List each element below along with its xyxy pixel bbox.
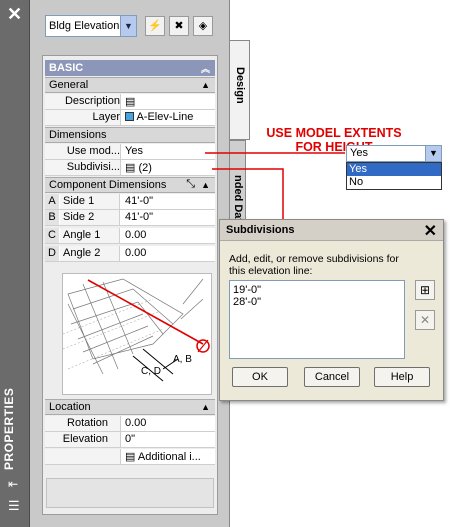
row-value: 41'-0" [125,211,154,223]
quick-select-button[interactable]: ⚡ [145,16,165,36]
chevron-down-icon[interactable]: ▼ [120,16,136,36]
row-additional-info[interactable]: ▤ Additional i... [45,449,215,465]
description-icon[interactable]: ▤ [125,96,135,108]
row-letter: D [45,246,59,261]
basic-band-label: BASIC [49,62,84,74]
row-label: Layer [45,110,121,125]
chevron-up-icon[interactable]: ▲ [201,402,210,412]
section-component-dimensions-label: Component Dimensions [49,179,167,191]
diagram-label-ab: A, B [173,354,192,365]
select-objects-button[interactable]: ◈ [193,16,213,36]
chevron-down-icon[interactable]: ▼ [425,146,441,161]
toggle-pickadd-button[interactable]: ✖ [169,16,189,36]
row-side-2[interactable]: B Side 2 41'-0" [45,210,215,226]
section-general-label: General [49,79,89,91]
row-value: 0.00 [125,247,147,259]
close-icon[interactable]: ✕ [7,4,22,25]
subdivisions-list[interactable]: 19'-0" 28'-0" [229,280,405,359]
properties-menu-icon[interactable]: ☰ [8,498,20,514]
row-value: 0.00 [125,229,147,241]
dropdown-options: Yes No [346,162,442,190]
tab-extended-data[interactable]: nded Data [230,140,246,230]
annotation-line-1: USE MODEL EXTENTS [266,126,402,140]
subdivisions-icon[interactable]: ▤ [125,162,135,174]
dropdown-selected: Yes [350,147,368,159]
layer-value: A-Elev-Line [136,111,194,123]
close-icon[interactable]: ✕ [424,221,437,241]
row-label: Subdivisi... [45,160,121,175]
row-label [45,449,121,464]
dialog-instructions: Add, edit, or remove subdivisions for th… [229,253,399,277]
row-description[interactable]: Description ▤ [45,94,215,110]
row-label: Rotation [45,416,121,431]
row-value: ▤ Additional i... [122,449,214,464]
row-value: 41'-0" [125,195,154,207]
row-letter: B [45,210,59,225]
dialog-title: Subdivisions [226,224,295,236]
palette-title-strip: ✕ PROPERTIES ⇤ ☰ [0,0,30,527]
row-subdivisions[interactable]: Subdivisi... ▤ (2) [45,160,215,176]
tab-design-label: Design [234,67,246,104]
use-model-extents-dropdown[interactable]: Yes ▼ [346,145,442,162]
auto-hide-icon[interactable]: ⇤ [8,477,18,491]
row-layer[interactable]: Layer A-Elev-Line [45,110,215,126]
row-label: Side 2 [60,210,120,225]
list-item[interactable]: 19'-0" [233,284,401,296]
row-value: ▤ (2) [122,160,214,175]
add-subdivision-button[interactable]: ⊞ [415,280,435,300]
additional-info-icon[interactable]: ▤ [125,451,135,463]
row-label: Description [45,94,121,109]
row-use-model-extents[interactable]: Use mod... Yes [45,144,215,160]
list-item[interactable]: 28'-0" [233,296,401,308]
row-elevation[interactable]: Elevation 0" [45,432,215,448]
section-general[interactable]: General ▲ [45,77,215,93]
component-diagram: A, B C, D [62,273,212,395]
row-angle-1[interactable]: C Angle 1 0.00 [45,228,215,244]
section-dimensions[interactable]: Dimensions [45,127,215,143]
section-location-label: Location [49,401,91,413]
dropdown-option-no[interactable]: No [347,176,441,189]
row-value: ▤ [122,94,214,109]
basic-band[interactable]: BASIC ︽ [45,60,215,76]
row-label: Elevation [45,432,121,447]
help-button[interactable]: Help [374,367,430,387]
chevron-up-icon[interactable]: ▲ [201,80,210,90]
elevation-diagram-drawing [63,278,210,382]
style-select[interactable]: Bldg Elevation ▼ [45,15,137,37]
subdivisions-count: (2) [138,162,152,174]
chevron-up-icon[interactable]: ▲ [201,180,210,190]
dialog-title-bar: Subdivisions ✕ [220,220,443,241]
tab-design[interactable]: Design [230,40,250,140]
palette-title: PROPERTIES [2,387,16,470]
row-value: Yes [125,145,143,157]
section-component-dimensions[interactable]: Component Dimensions ⤡ ▲ [45,177,215,193]
row-angle-2[interactable]: D Angle 2 0.00 [45,246,215,262]
section-location[interactable]: Location ▲ [45,399,215,415]
description-panel [46,478,214,508]
additional-info-value: Additional i... [137,451,201,463]
dropdown-option-yes[interactable]: Yes [347,163,441,176]
row-value: 0.00 [125,417,147,429]
row-side-1[interactable]: A Side 1 41'-0" [45,194,215,210]
style-select-value: Bldg Elevation [49,20,120,32]
subdivisions-dialog: Subdivisions ✕ Add, edit, or remove subd… [219,219,444,401]
row-value: A-Elev-Line [122,110,214,125]
ok-button[interactable]: OK [232,367,288,387]
row-letter: A [45,194,59,209]
remove-subdivision-button[interactable]: ✕ [415,310,435,330]
section-dimensions-label: Dimensions [49,129,107,141]
row-label: Angle 2 [60,246,120,261]
edit-geometry-icon[interactable]: ⤡ [186,178,195,191]
layer-color-swatch [125,112,134,121]
diagram-label-cd: C, D [141,366,161,377]
collapse-icon[interactable]: ︽ [201,62,210,75]
row-rotation[interactable]: Rotation 0.00 [45,416,215,432]
row-label: Use mod... [45,144,121,159]
row-letter: C [45,228,59,243]
row-label: Angle 1 [60,228,120,243]
cancel-button[interactable]: Cancel [304,367,360,387]
row-label: Side 1 [60,194,120,209]
row-value: 0" [125,433,136,445]
